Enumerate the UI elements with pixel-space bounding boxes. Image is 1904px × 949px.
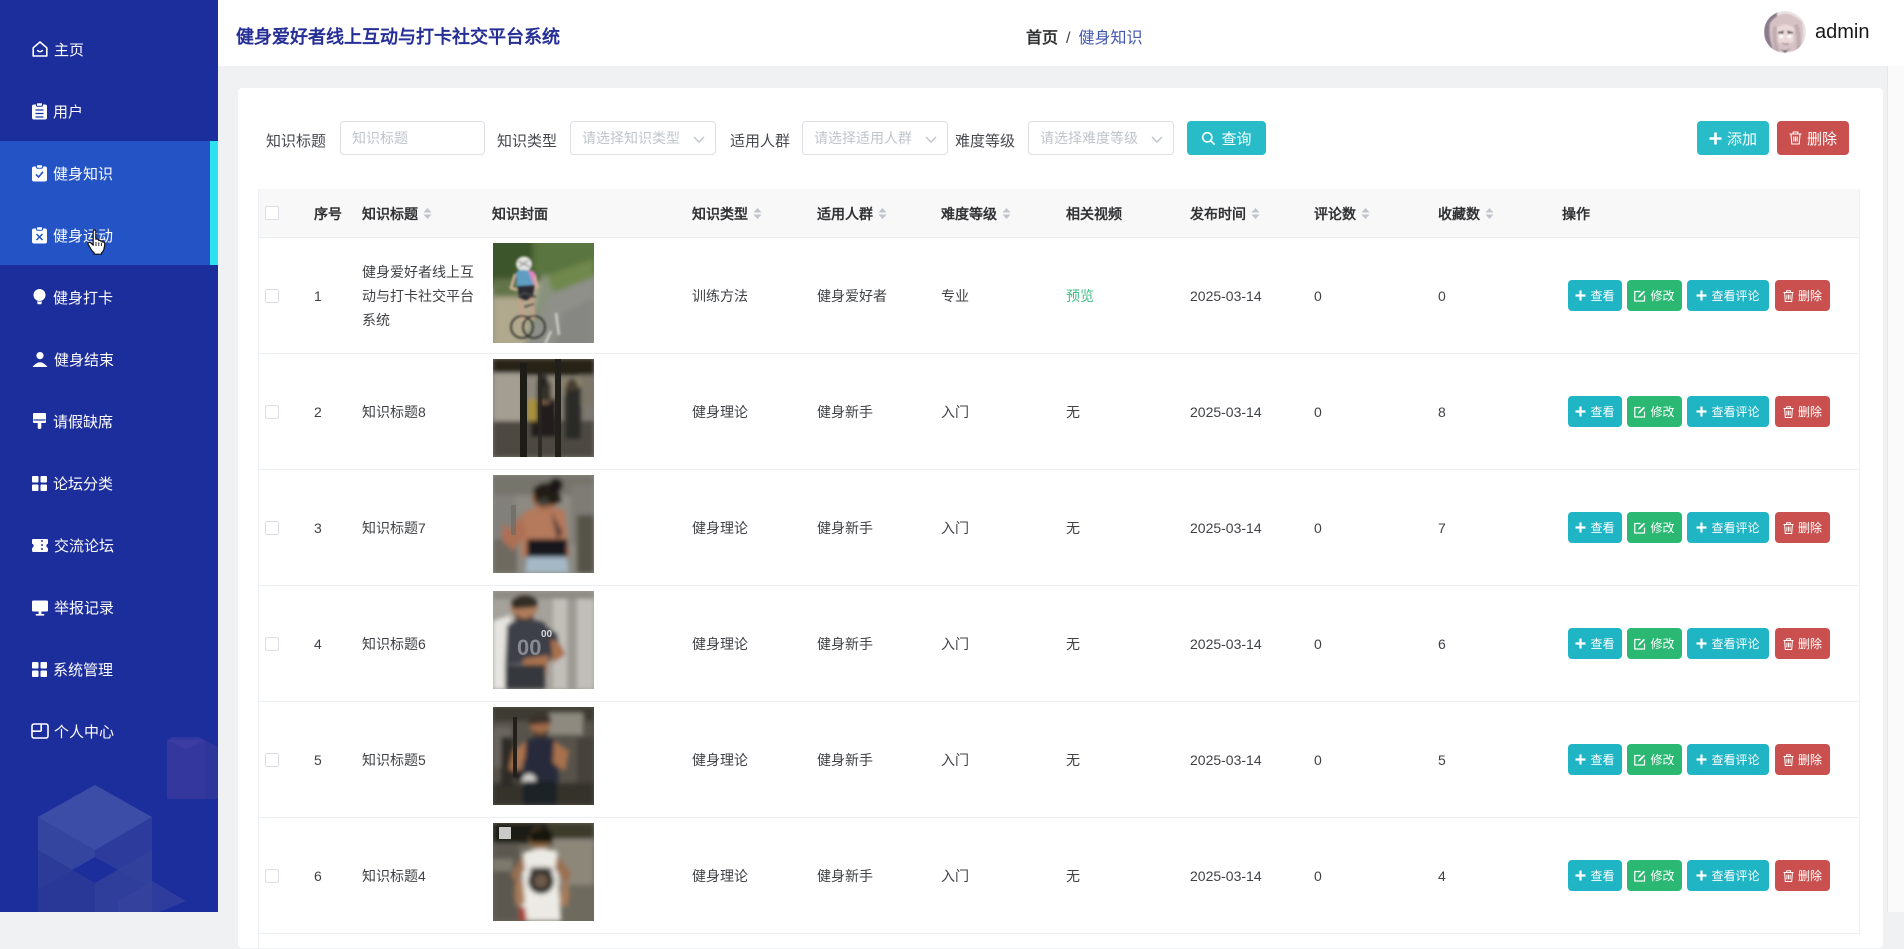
svg-text:00: 00 — [541, 629, 553, 640]
svg-text:00: 00 — [517, 635, 541, 660]
